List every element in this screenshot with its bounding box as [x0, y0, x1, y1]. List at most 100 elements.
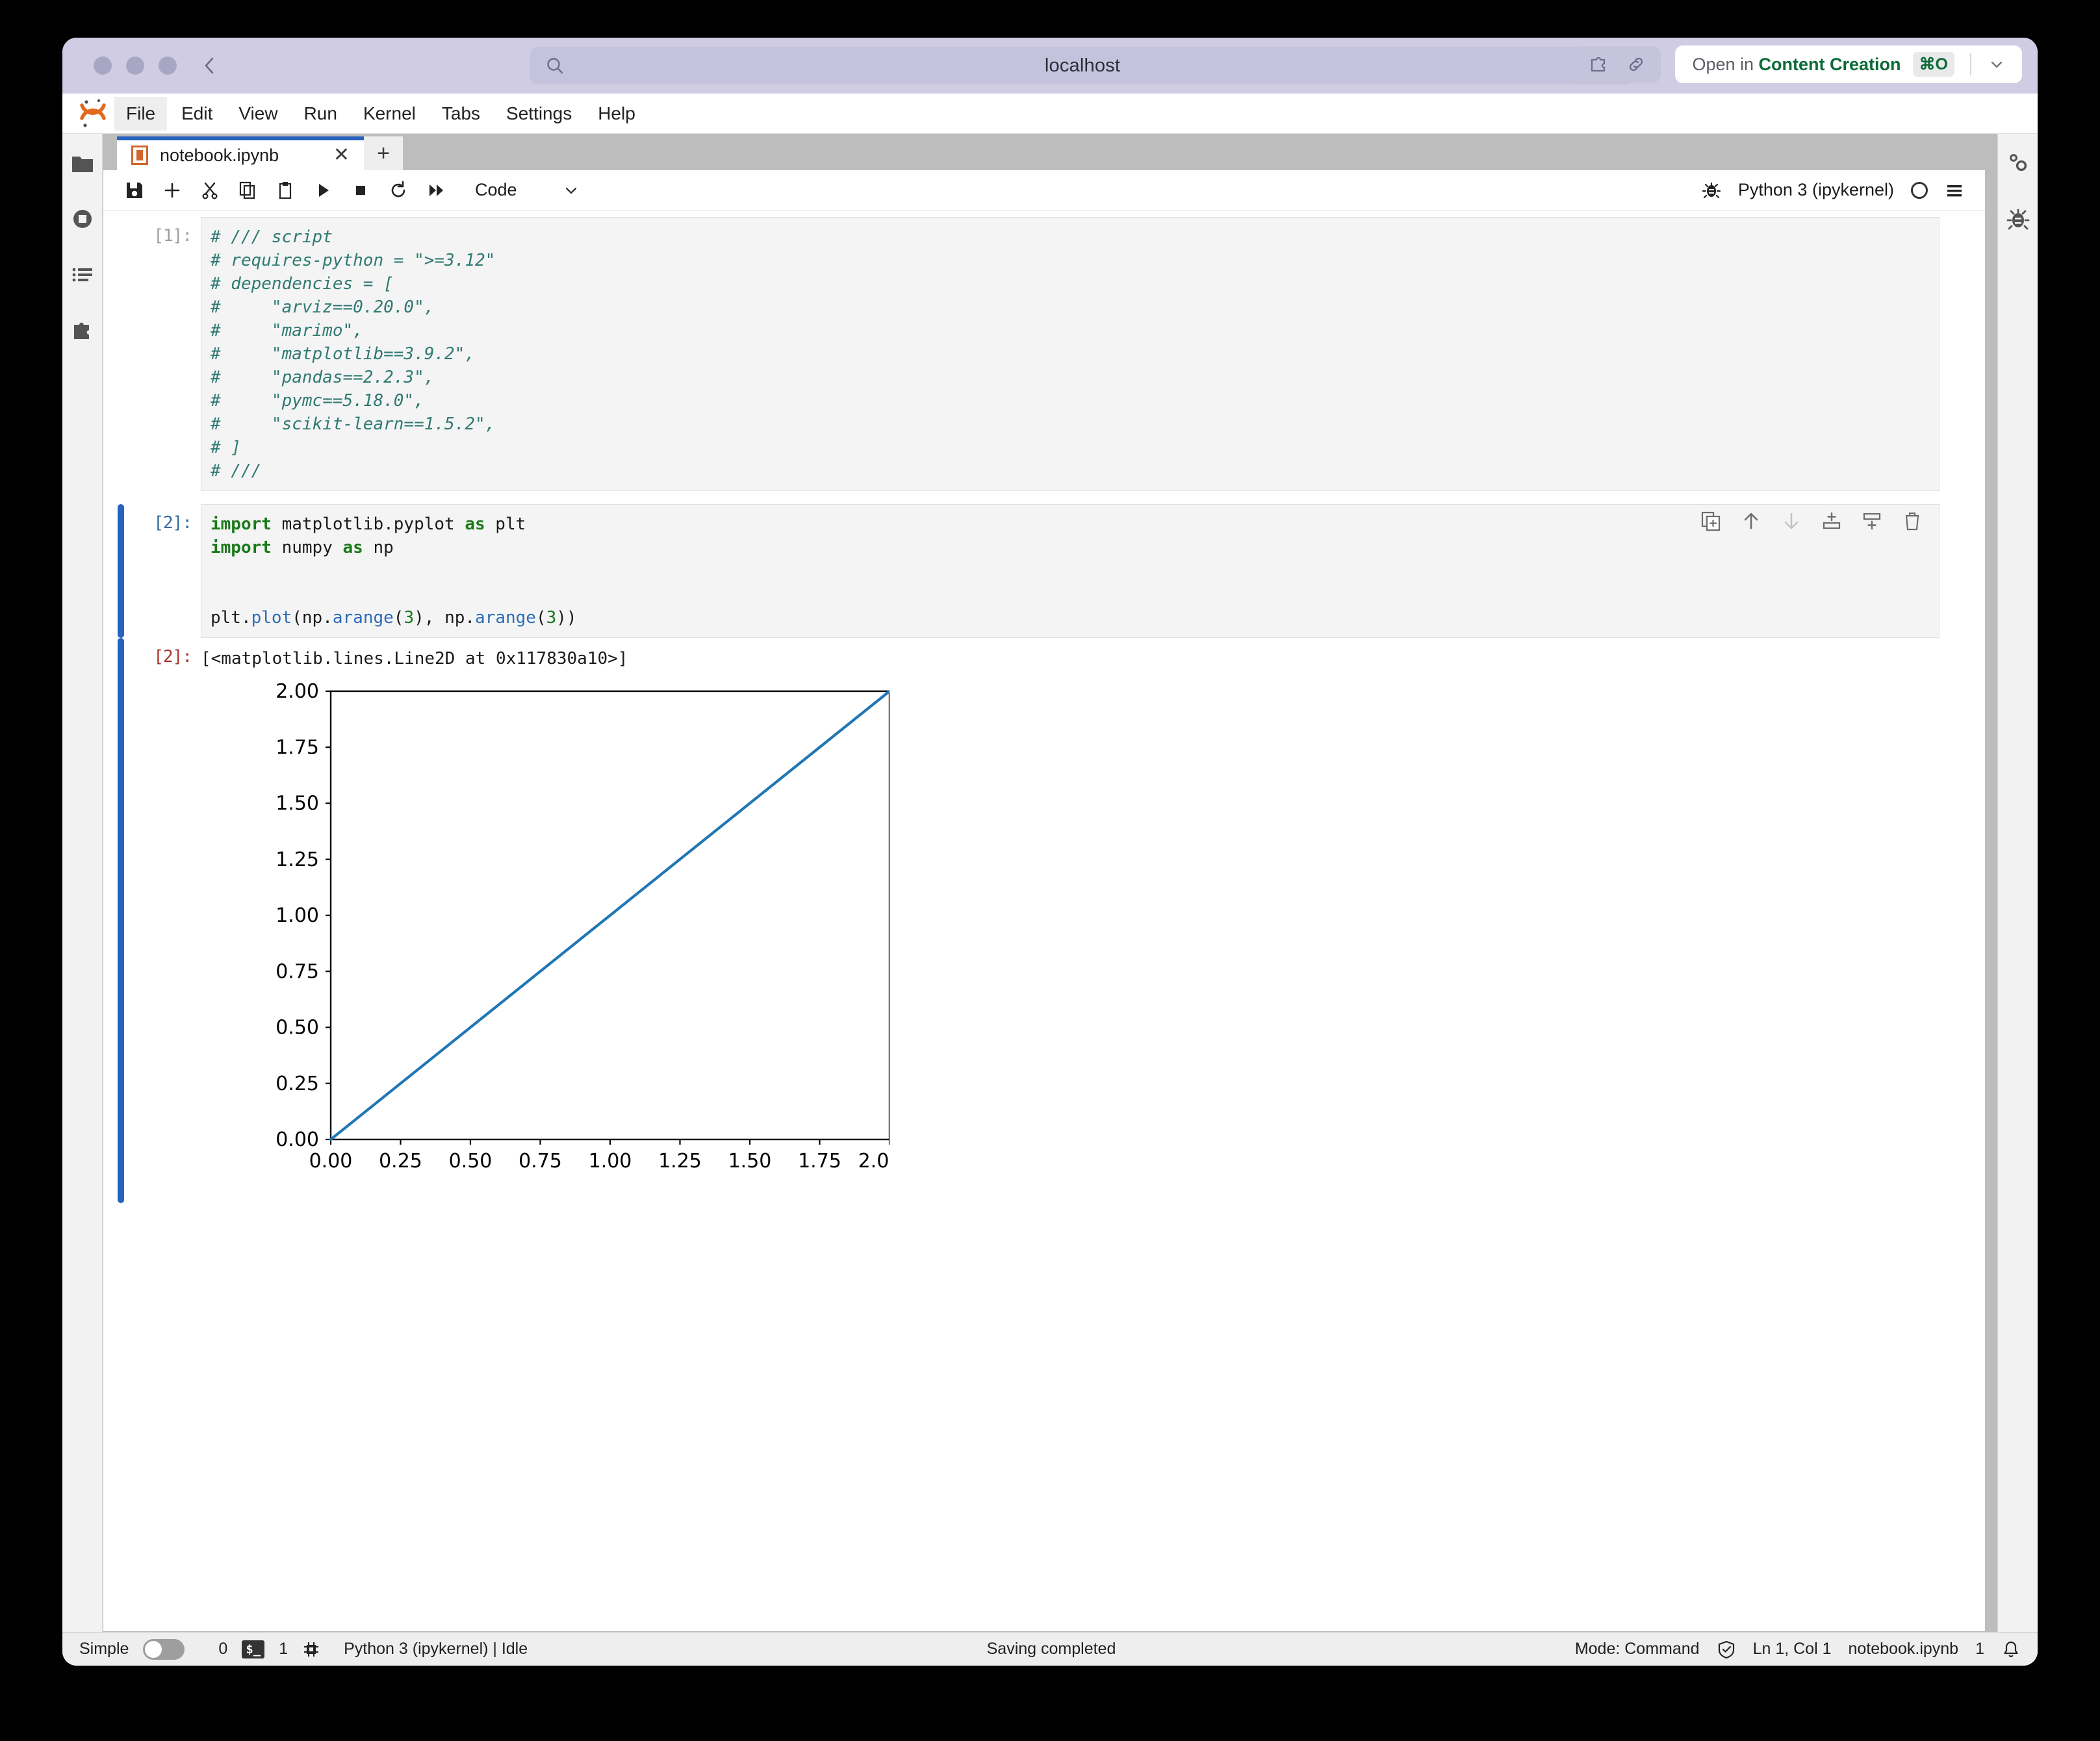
input-prompt: [1]: — [153, 226, 192, 246]
insert-cell-above-icon[interactable] — [1821, 511, 1842, 531]
svg-text:1.50: 1.50 — [728, 1150, 772, 1173]
trusted-shield-icon[interactable] — [1717, 1640, 1736, 1659]
address-bar[interactable]: localhost — [530, 47, 1635, 84]
run-button[interactable] — [306, 173, 340, 207]
insert-cell-below-icon[interactable] — [1862, 511, 1882, 531]
debugger-icon[interactable] — [2006, 207, 2030, 231]
save-button[interactable] — [118, 173, 151, 207]
extension-manager-icon[interactable] — [70, 318, 95, 343]
code-cell[interactable]: [2]: import matplotlib.pyplot as plt imp… — [103, 504, 1985, 638]
svg-text:0.25: 0.25 — [275, 1073, 319, 1095]
paste-button[interactable] — [268, 173, 302, 207]
svg-text:0.75: 0.75 — [275, 960, 319, 983]
svg-text:1.75: 1.75 — [798, 1150, 841, 1173]
svg-text:2.00: 2.00 — [858, 1150, 890, 1173]
matplotlib-figure: 0.00 0.25 0.50 0.75 1.00 1.25 1.50 1.75 — [201, 670, 1985, 1203]
move-cell-up-icon[interactable] — [1741, 511, 1761, 531]
tab-bar: notebook.ipynb ✕ + — [103, 134, 1997, 170]
notebook-menu-icon[interactable] — [1945, 181, 1964, 200]
kernels-count: 1 — [279, 1640, 288, 1658]
code-line: # "matplotlib==3.9.2", — [211, 344, 475, 364]
debugger-toggle-icon[interactable] — [1702, 181, 1721, 200]
restart-button[interactable] — [381, 173, 415, 207]
close-window-button[interactable] — [94, 57, 112, 75]
kernel-status-text[interactable]: Python 3 (ipykernel) | Idle — [344, 1640, 528, 1658]
puzzle-extension-icon[interactable] — [1588, 54, 1609, 75]
output-text: [<matplotlib.lines.Line2D at 0x117830a10… — [201, 649, 628, 668]
line-chart: 0.00 0.25 0.50 0.75 1.00 1.25 1.50 1.75 — [246, 677, 890, 1190]
cursor-position-label: Ln 1, Col 1 — [1752, 1640, 1832, 1658]
svg-text:1.25: 1.25 — [658, 1150, 702, 1173]
restart-run-all-button[interactable] — [419, 173, 453, 207]
code-line: import matplotlib.pyplot as plt — [211, 515, 526, 534]
tab-label: notebook.ipynb — [160, 145, 279, 165]
menu-help[interactable]: Help — [586, 97, 647, 131]
cut-button[interactable] — [193, 173, 227, 207]
property-inspector-icon[interactable] — [2006, 151, 2030, 175]
svg-text:1.00: 1.00 — [275, 904, 319, 927]
code-line: # "marimo", — [211, 321, 363, 340]
new-tab-button[interactable]: + — [364, 136, 403, 170]
insert-cell-button[interactable] — [155, 173, 189, 207]
code-cell[interactable]: [1]: # /// script # requires-python = ">… — [103, 217, 1985, 491]
open-in-app-label: Open in Content Creation — [1692, 54, 1901, 74]
current-filename-label: notebook.ipynb — [1848, 1640, 1959, 1658]
status-bar: Simple 0 $_ 1 Python 3 (ipykernel) | Idl… — [62, 1632, 2038, 1666]
menu-settings[interactable]: Settings — [494, 97, 583, 131]
delete-cell-icon[interactable] — [1902, 511, 1923, 531]
menu-run[interactable]: Run — [292, 97, 349, 131]
notebook-cells: [1]: # /// script # requires-python = ">… — [103, 210, 1985, 1631]
link-icon[interactable] — [1626, 54, 1646, 75]
svg-text:0.00: 0.00 — [275, 1128, 319, 1151]
close-tab-icon[interactable]: ✕ — [329, 146, 353, 165]
menu-view[interactable]: View — [227, 97, 289, 131]
menu-file[interactable]: File — [114, 96, 168, 131]
window-controls[interactable] — [94, 57, 177, 75]
chevron-down-icon[interactable] — [1987, 55, 2010, 74]
menu-tabs[interactable]: Tabs — [430, 97, 492, 131]
editor-mode-label: Mode: Command — [1574, 1640, 1700, 1658]
move-cell-down-icon[interactable] — [1781, 511, 1802, 531]
kernel-idle-indicator — [1911, 181, 1928, 199]
notification-bell-icon[interactable] — [2001, 1640, 2021, 1659]
extensions-group — [1574, 46, 1661, 83]
terminal-icon[interactable]: $_ — [242, 1640, 265, 1658]
cell-selection-bar — [118, 504, 124, 638]
jupyter-logo-icon — [73, 97, 113, 130]
right-sidebar — [1997, 134, 2038, 1632]
svg-text:0.00: 0.00 — [309, 1150, 353, 1173]
file-browser-icon[interactable] — [70, 151, 95, 175]
kernel-status-group: Python 3 (ipykernel) — [1702, 180, 1971, 200]
simple-mode-label: Simple — [79, 1640, 129, 1658]
kernel-name-label[interactable]: Python 3 (ipykernel) — [1738, 180, 1894, 200]
notification-count: 1 — [1975, 1640, 1984, 1658]
running-sessions-icon[interactable] — [70, 207, 95, 231]
simple-mode-toggle[interactable] — [143, 1638, 185, 1660]
save-status-text: Saving completed — [986, 1640, 1116, 1658]
open-in-app-button[interactable]: Open in Content Creation ⌘O — [1675, 45, 2022, 83]
browser-toolbar: localhost Open in Content Creation ⌘O — [62, 38, 2038, 94]
browser-window: localhost Open in Content Creation ⌘O Fi… — [62, 38, 2038, 1666]
code-editor[interactable]: # /// script # requires-python = ">=3.12… — [201, 217, 1940, 491]
menu-kernel[interactable]: Kernel — [352, 97, 428, 131]
table-of-contents-icon[interactable] — [70, 262, 95, 287]
notebook-file-icon — [131, 146, 148, 165]
cell-type-select[interactable]: Code — [467, 176, 587, 204]
notebook-panel: Code Python 3 (ipykernel) [1]: # /// scr… — [103, 170, 1986, 1632]
browser-actions: Open in Content Creation ⌘O — [1574, 45, 2022, 83]
minimize-window-button[interactable] — [126, 57, 144, 75]
maximize-window-button[interactable] — [159, 57, 177, 75]
back-button[interactable] — [201, 57, 218, 74]
menu-edit[interactable]: Edit — [170, 97, 224, 131]
code-editor[interactable]: import matplotlib.pyplot as plt import n… — [201, 504, 1940, 638]
stop-button[interactable] — [344, 173, 378, 207]
cell-output: [2]: [<matplotlib.lines.Line2D at 0x1178… — [103, 638, 1985, 1203]
cpu-chip-icon[interactable] — [302, 1640, 320, 1658]
cell-type-value: Code — [475, 180, 517, 199]
copy-button[interactable] — [231, 173, 264, 207]
svg-text:0.50: 0.50 — [275, 1017, 319, 1039]
terminals-count: 0 — [218, 1640, 228, 1658]
duplicate-cell-icon[interactable] — [1700, 511, 1721, 531]
cell-action-toolbar — [1700, 511, 1923, 531]
tab-notebook[interactable]: notebook.ipynb ✕ — [117, 136, 364, 170]
